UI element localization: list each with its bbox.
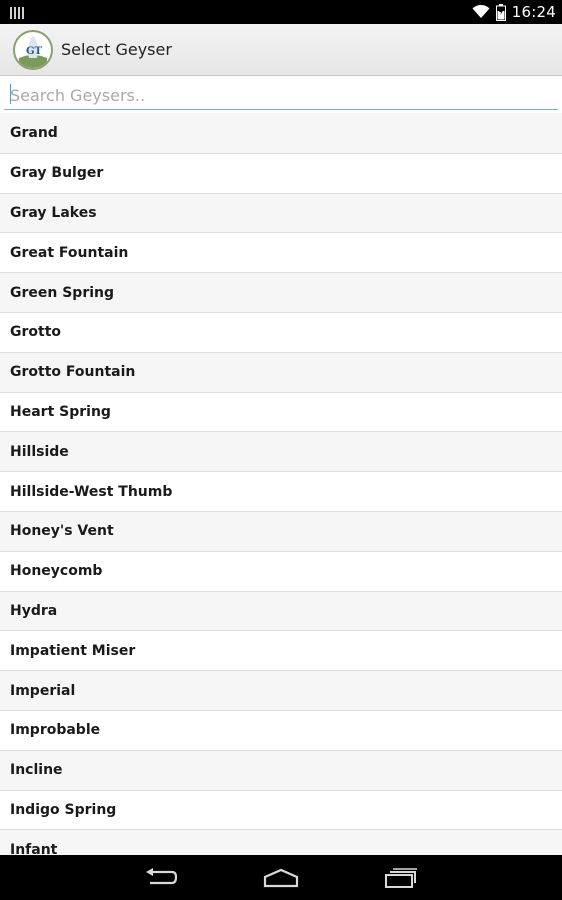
list-item[interactable]: Gray Bulger [0,152,562,193]
list-item[interactable]: Heart Spring [0,391,562,432]
list-item[interactable]: Infant [0,829,562,855]
text-cursor [10,84,11,104]
list-item[interactable]: Imperial [0,670,562,710]
list-item[interactable]: Hillside-West Thumb [0,471,562,511]
battery-icon [495,3,506,21]
navigation-bar [0,855,562,900]
recent-apps-button[interactable] [376,855,426,900]
list-item[interactable]: Indigo Spring [0,789,562,830]
home-button[interactable] [256,855,306,900]
signal-bars-icon [10,5,24,19]
list-item[interactable]: Incline [0,749,562,790]
page-title: Select Geyser [61,40,172,59]
back-icon [146,867,178,884]
list-item[interactable]: Green Spring [0,272,562,312]
status-time: 16:24 [511,3,556,21]
geyser-list[interactable]: Grand Gray Bulger Gray Lakes Great Fountain… [0,113,562,855]
list-item[interactable]: Improbable [0,709,562,750]
list-item[interactable]: Honeycomb [0,550,562,591]
list-item[interactable]: Grotto [0,311,562,352]
list-item[interactable]: Grotto Fountain [0,351,562,392]
back-button[interactable] [136,855,186,900]
list-item[interactable]: Grand [0,113,562,153]
list-item[interactable]: Gray Lakes [0,192,562,233]
list-item[interactable]: Impatient Miser [0,630,562,671]
list-item[interactable]: Hillside [0,431,562,472]
app-logo-text: GT [26,46,43,57]
list-item[interactable]: Great Fountain [0,232,562,273]
wifi-icon [472,5,490,19]
action-bar: GT Select Geyser [0,24,562,76]
home-icon [263,868,299,887]
list-item[interactable]: Hydra [0,590,562,631]
search-bar [0,77,562,113]
search-input[interactable] [4,78,558,110]
list-item[interactable]: Honey's Vent [0,510,562,551]
recent-apps-icon [385,867,417,888]
app-logo-icon[interactable]: GT [13,29,53,70]
status-bar: 16:24 [0,0,562,24]
